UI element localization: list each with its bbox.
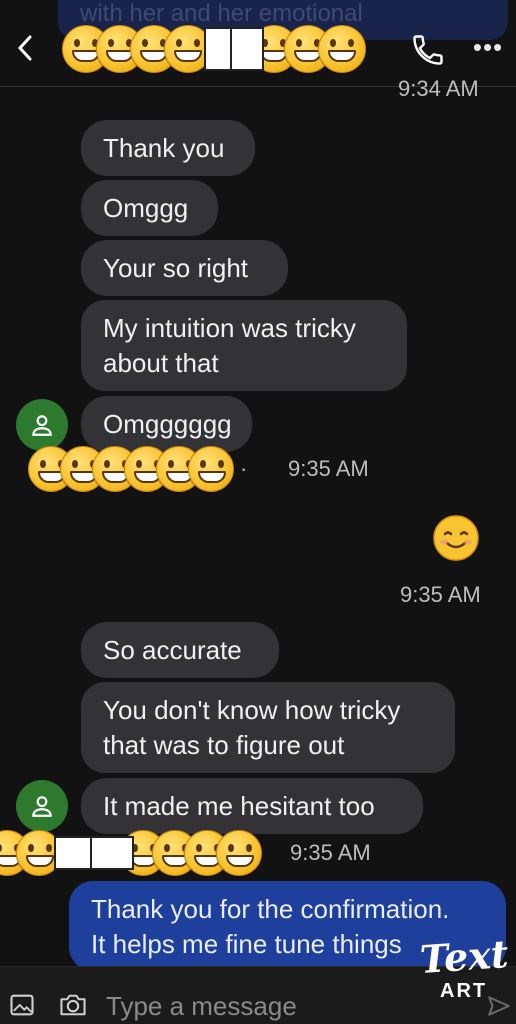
message-bubble[interactable]: So accurate [81,622,279,678]
more-icon: ••• [472,32,504,62]
message-input[interactable]: Type a message [106,991,297,1022]
sender-name-row [0,828,262,878]
contact-avatar[interactable] [16,780,68,832]
message-bubble[interactable]: Omggg [81,180,218,236]
phone-icon [413,35,443,65]
call-button[interactable] [410,32,446,68]
message-bubble[interactable]: It made me hesitant too [81,778,423,834]
separator-dot: · [240,456,248,481]
emoji-icon [318,25,366,73]
camera-icon [60,994,86,1016]
watermark-logo-sub: ART [440,980,488,1002]
timestamp: 9:35 AM [288,456,369,481]
back-icon [17,35,32,61]
smiling-face-icon [433,515,479,561]
camera-button[interactable] [58,991,88,1019]
more-options-button[interactable]: ••• [470,32,506,68]
timestamp: 9:34 AM [398,76,479,101]
sent-emoji-message[interactable] [432,514,480,567]
redacted-block [90,836,134,870]
timestamp: 9:35 AM [290,840,371,865]
message-bubble[interactable]: You don't know how tricky that was to fi… [81,682,455,773]
sender-name-row: · [28,444,247,494]
emoji-icon [216,830,262,876]
watermark-logo: Text [418,930,510,983]
message-line: You don't know how tricky [103,695,401,725]
send-icon [488,996,510,1016]
conversation-header: ••• [0,0,516,88]
send-button[interactable] [486,993,512,1019]
gallery-button[interactable] [8,991,36,1019]
emoji-icon [188,446,234,492]
message-bubble[interactable]: Thank you [81,120,255,176]
message-line: My intuition was tricky [103,313,356,343]
message-line: about that [103,348,219,378]
timestamp: 9:35 AM [400,582,481,607]
gallery-icon [10,994,34,1016]
message-bubble[interactable]: My intuition was tricky about that [81,300,407,391]
message-line: Thank you for the confirmation. [91,894,450,924]
contact-name[interactable] [62,24,366,74]
message-line: that was to figure out [103,730,345,760]
message-bubble[interactable]: Your so right [81,240,288,296]
person-icon [32,415,52,436]
redacted-block [230,27,264,71]
back-button[interactable] [10,30,40,66]
person-icon [32,796,52,817]
